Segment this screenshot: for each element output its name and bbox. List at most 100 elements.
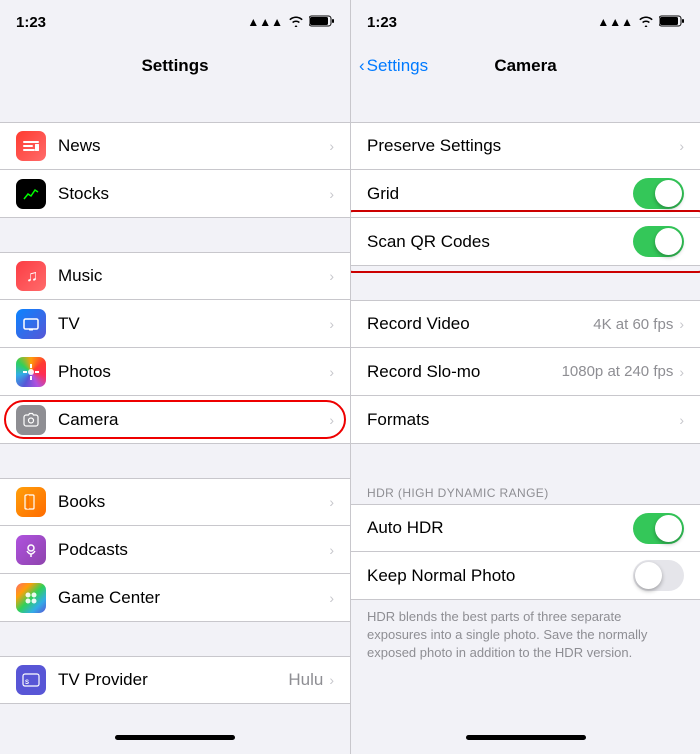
news-chevron: ›	[329, 138, 334, 154]
formats-chevron: ›	[679, 412, 684, 428]
podcasts-label: Podcasts	[58, 540, 329, 560]
left-status-bar: 1:23 ▲▲▲	[0, 0, 350, 44]
stocks-label: Stocks	[58, 184, 329, 204]
tv-label: TV	[58, 314, 329, 334]
right-status-icons: ▲▲▲	[597, 15, 684, 30]
stocks-chevron: ›	[329, 186, 334, 202]
settings-item-tvprovider[interactable]: S TV Provider Hulu ›	[0, 656, 350, 704]
camera-cell-formats[interactable]: Formats ›	[351, 396, 700, 444]
right-battery-icon	[659, 15, 684, 30]
autohdr-label: Auto HDR	[367, 518, 633, 538]
camera-cell-keepnormal[interactable]: Keep Normal Photo	[351, 552, 700, 600]
settings-item-podcasts[interactable]: Podcasts ›	[0, 526, 350, 574]
books-chevron: ›	[329, 494, 334, 510]
left-time: 1:23	[16, 14, 46, 31]
books-label: Books	[58, 492, 329, 512]
group-tvprovider: S TV Provider Hulu ›	[0, 656, 350, 704]
camera-cell-grid[interactable]: Grid	[351, 170, 700, 218]
settings-item-news[interactable]: News ›	[0, 122, 350, 170]
settings-item-camera[interactable]: Camera ›	[0, 396, 350, 444]
music-icon: ♫	[16, 261, 46, 291]
right-wifi-icon	[638, 15, 654, 30]
tvprovider-chevron: ›	[329, 672, 334, 688]
settings-item-tv[interactable]: TV ›	[0, 300, 350, 348]
back-chevron-icon: ‹	[359, 56, 365, 76]
recordvideo-label: Record Video	[367, 314, 593, 334]
left-home-indicator	[115, 735, 235, 740]
tv-chevron: ›	[329, 316, 334, 332]
camera-settings-list: Preserve Settings › Grid Scan QR Codes	[351, 88, 700, 720]
settings-item-photos[interactable]: Photos ›	[0, 348, 350, 396]
right-status-bar: 1:23 ▲▲▲	[351, 0, 700, 44]
right-bottom-bar	[351, 720, 700, 754]
svg-text:S: S	[25, 680, 29, 686]
recordslomo-label: Record Slo-mo	[367, 362, 562, 382]
podcasts-icon	[16, 535, 46, 565]
photos-icon	[16, 357, 46, 387]
keepnormal-toggle[interactable]	[633, 560, 684, 591]
camera-icon	[16, 405, 46, 435]
gamecenter-icon	[16, 583, 46, 613]
left-bottom-bar	[0, 720, 350, 754]
camera-cell-recordslomo[interactable]: Record Slo-mo 1080p at 240 fps ›	[351, 348, 700, 396]
scanqr-label: Scan QR Codes	[367, 232, 633, 252]
scanqr-toggle[interactable]	[633, 226, 684, 257]
preserve-chevron: ›	[679, 138, 684, 154]
settings-page-title: Settings	[141, 56, 208, 76]
formats-label: Formats	[367, 410, 679, 430]
stocks-icon	[16, 179, 46, 209]
autohdr-toggle-thumb	[655, 515, 682, 542]
camera-section-hdr: Auto HDR Keep Normal Photo	[351, 504, 700, 600]
autohdr-toggle[interactable]	[633, 513, 684, 544]
tvprovider-icon: S	[16, 665, 46, 695]
camera-section-1: Preserve Settings › Grid Scan QR Codes	[351, 122, 700, 266]
group-news-stocks: News › Stocks ›	[0, 122, 350, 218]
settings-list: News › Stocks › ♫ Music ›	[0, 88, 350, 720]
camera-cell-recordvideo[interactable]: Record Video 4K at 60 fps ›	[351, 300, 700, 348]
left-status-icons: ▲▲▲	[247, 15, 334, 30]
back-button[interactable]: ‹ Settings	[359, 56, 428, 76]
gamecenter-label: Game Center	[58, 588, 329, 608]
scanqr-toggle-thumb	[655, 228, 682, 255]
news-label: News	[58, 136, 329, 156]
gamecenter-chevron: ›	[329, 590, 334, 606]
settings-item-gamecenter[interactable]: Game Center ›	[0, 574, 350, 622]
group-media: ♫ Music › TV › Photos ›	[0, 252, 350, 444]
camera-cell-autohdr[interactable]: Auto HDR	[351, 504, 700, 552]
battery-icon	[309, 15, 334, 30]
recordvideo-chevron: ›	[679, 316, 684, 332]
left-panel: 1:23 ▲▲▲ Settings News ›	[0, 0, 350, 754]
camera-chevron: ›	[329, 412, 334, 428]
right-time: 1:23	[367, 14, 397, 31]
music-label: Music	[58, 266, 329, 286]
books-icon	[16, 487, 46, 517]
camera-cell-scanqr[interactable]: Scan QR Codes	[351, 218, 700, 266]
back-label: Settings	[367, 56, 428, 76]
grid-toggle[interactable]	[633, 178, 684, 209]
hdr-section-footer: HDR blends the best parts of three separ…	[351, 600, 700, 679]
wifi-icon	[288, 15, 304, 30]
settings-item-stocks[interactable]: Stocks ›	[0, 170, 350, 218]
music-chevron: ›	[329, 268, 334, 284]
signal-icon: ▲▲▲	[247, 15, 283, 29]
group-misc: Books › Podcasts › Game Center ›	[0, 478, 350, 622]
svg-text:♫: ♫	[26, 268, 38, 285]
hdr-section-header: HDR (HIGH DYNAMIC RANGE)	[351, 478, 700, 504]
grid-label: Grid	[367, 184, 633, 204]
tv-icon	[16, 309, 46, 339]
recordvideo-value: 4K at 60 fps	[593, 316, 673, 333]
photos-chevron: ›	[329, 364, 334, 380]
camera-section-2: Record Video 4K at 60 fps › Record Slo-m…	[351, 300, 700, 444]
keepnormal-toggle-thumb	[635, 562, 662, 589]
settings-item-books[interactable]: Books ›	[0, 478, 350, 526]
right-panel: 1:23 ▲▲▲ ‹ Settings Camera Preserve Sett…	[350, 0, 700, 754]
camera-nav-bar: ‹ Settings Camera	[351, 44, 700, 88]
podcasts-chevron: ›	[329, 542, 334, 558]
preserve-label: Preserve Settings	[367, 136, 679, 156]
photos-label: Photos	[58, 362, 329, 382]
camera-cell-preserve[interactable]: Preserve Settings ›	[351, 122, 700, 170]
right-signal-icon: ▲▲▲	[597, 15, 633, 29]
settings-title-bar: Settings	[0, 44, 350, 88]
grid-toggle-thumb	[655, 180, 682, 207]
settings-item-music[interactable]: ♫ Music ›	[0, 252, 350, 300]
